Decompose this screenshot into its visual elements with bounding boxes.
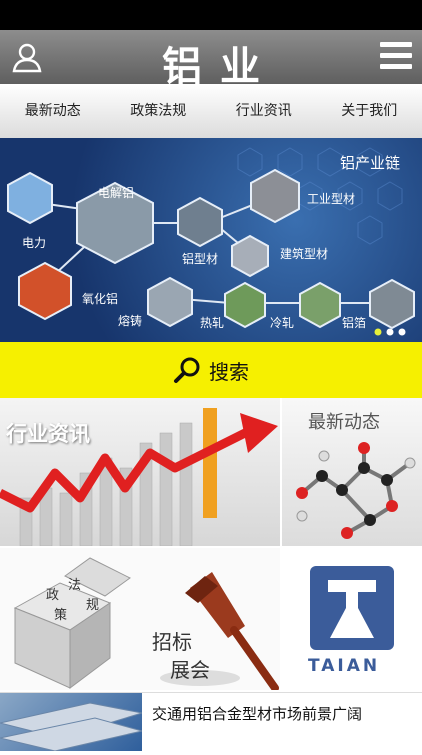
- tile-policy-tender[interactable]: 政 法 策 规 招标 展会: [0, 548, 280, 690]
- nav-policy[interactable]: 政策法规: [106, 84, 212, 138]
- nav-about-us[interactable]: 关于我们: [317, 84, 422, 138]
- banner-node: 电解铝: [98, 184, 134, 201]
- banner-node: 工业型材: [307, 190, 355, 207]
- policy-char: 政: [46, 584, 59, 603]
- top-nav: 最新动态 政策法规 行业资讯 关于我们: [0, 84, 422, 139]
- menu-icon[interactable]: [380, 42, 412, 72]
- news-thumbnail: [0, 693, 142, 751]
- banner-node: 氧化铝: [82, 290, 118, 307]
- tile-latest-news-label: 最新动态: [308, 408, 380, 434]
- banner-node: 熔铸: [118, 312, 142, 329]
- tile-latest-news[interactable]: 最新动态: [282, 398, 422, 546]
- tile-company-logo[interactable]: TAIAN: [282, 548, 422, 690]
- expo-label: 展会: [170, 654, 210, 683]
- tile-industry-news[interactable]: 行业资讯: [0, 398, 280, 546]
- app-header: 铝业: [0, 30, 422, 84]
- policy-char: 法: [68, 574, 81, 593]
- search-label: 搜索: [209, 356, 249, 385]
- policy-cube-icon: [0, 548, 280, 690]
- policy-char: 规: [86, 594, 99, 613]
- tender-label: 招标: [152, 626, 192, 655]
- brand-name: TAIAN: [308, 656, 380, 676]
- nav-industry-info[interactable]: 行业资讯: [211, 84, 317, 138]
- search-button[interactable]: 搜索: [0, 342, 422, 398]
- banner-node: 铝型材: [182, 250, 218, 267]
- policy-char: 策: [54, 604, 67, 623]
- banner-title: 铝产业链: [340, 152, 400, 173]
- tile-industry-news-label: 行业资讯: [6, 418, 90, 448]
- news-list-item[interactable]: 交通用铝合金型材市场前景广阔: [0, 692, 422, 751]
- banner-node: 建筑型材: [280, 245, 328, 262]
- banner-node: 电力: [22, 234, 46, 251]
- search-icon: [173, 356, 201, 384]
- banner-node: 热轧: [200, 314, 224, 331]
- banner-carousel[interactable]: 铝产业链 电解铝 电力 氧化铝 铝型材 工业型材 建筑型材 熔铸 热轧 冷轧 铝…: [0, 138, 422, 342]
- status-bar: [0, 0, 422, 30]
- nav-latest-news[interactable]: 最新动态: [0, 84, 106, 138]
- banner-node: 铝箔: [342, 314, 366, 331]
- carousel-dots[interactable]: [374, 328, 414, 336]
- news-headline: 交通用铝合金型材市场前景广阔: [152, 703, 362, 724]
- banner-node: 冷轧: [270, 314, 294, 331]
